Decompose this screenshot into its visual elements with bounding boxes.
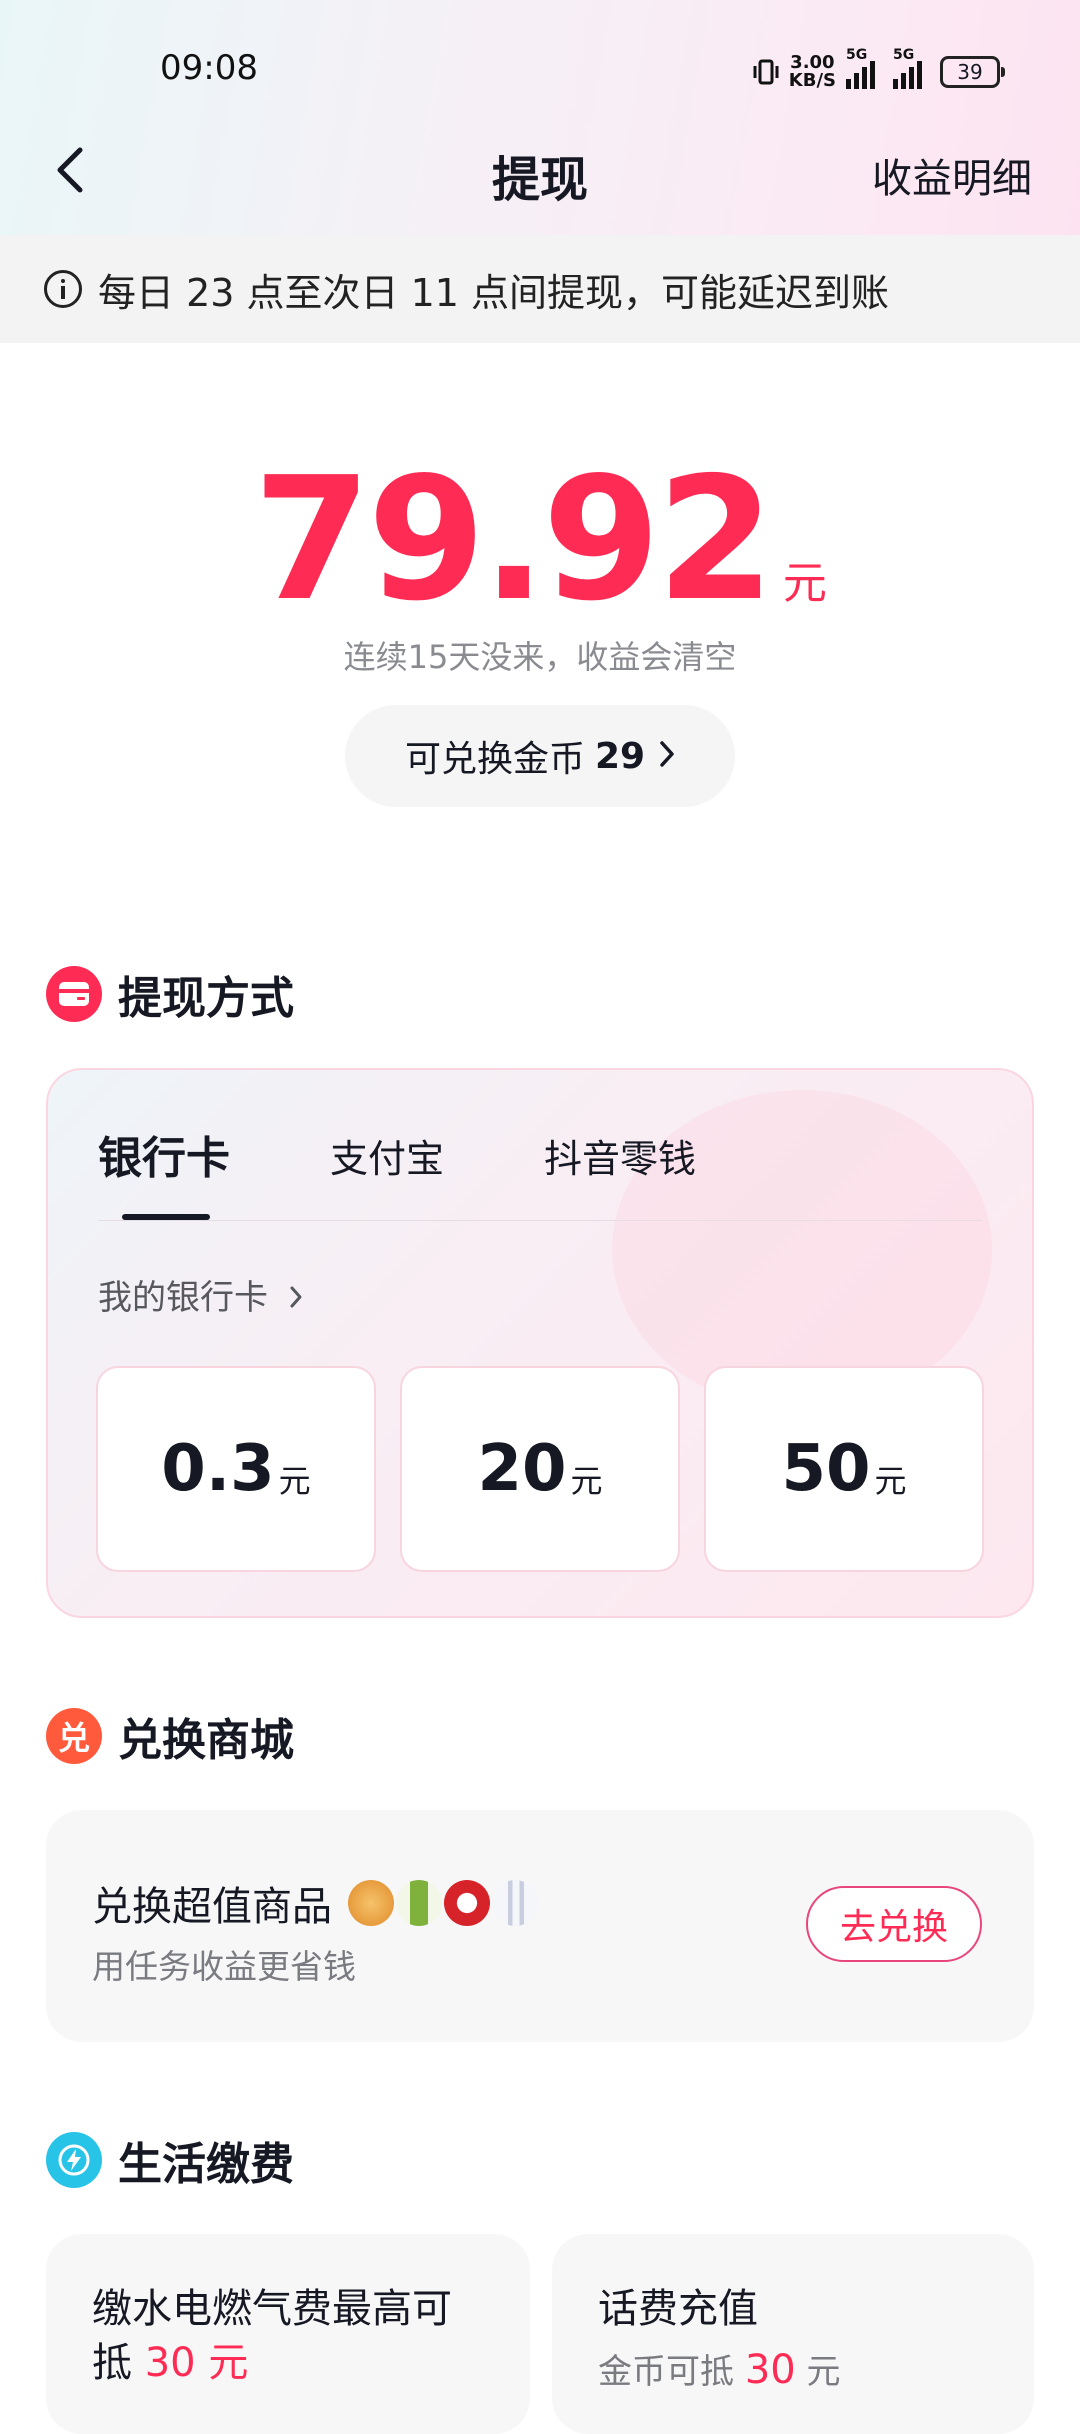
phone-recharge-title: 话费充值 bbox=[598, 2286, 758, 2332]
status-icons: 3.00 KB/S 5G 5G 39 bbox=[753, 47, 1005, 92]
notice-text: 每日 23 点至次日 11 点间提现，可能延迟到账 bbox=[98, 270, 890, 315]
amount-value: 20 bbox=[477, 1432, 567, 1506]
amount-options: 0.3 元 20 元 50 元 bbox=[96, 1366, 984, 1572]
utility-bill-highlight: 30 元 bbox=[144, 2340, 249, 2386]
withdraw-section-title: 提现方式 bbox=[118, 973, 294, 1024]
amount-option[interactable]: 0.3 元 bbox=[96, 1366, 376, 1572]
go-exchange-button[interactable]: 去兑换 bbox=[806, 1886, 982, 1962]
amount-value: 0.3 bbox=[161, 1432, 275, 1506]
tab-douyin-wallet[interactable]: 抖音零钱 bbox=[544, 1128, 696, 1186]
balance-unit: 元 bbox=[782, 558, 827, 609]
coins-value: 29 bbox=[594, 735, 646, 777]
status-time: 09:08 bbox=[160, 48, 258, 88]
withdraw-card: 银行卡 支付宝 抖音零钱 我的银行卡 0.3 元 20 元 50 元 bbox=[46, 1068, 1034, 1618]
balance: 79.92 元 bbox=[0, 455, 1080, 625]
signal-2-label: 5G bbox=[893, 47, 915, 63]
speed-unit: KB/S bbox=[788, 70, 836, 91]
phone-recharge-subtitle: 金币可抵 30 元 bbox=[598, 2344, 841, 2393]
my-bank-card-link[interactable]: 我的银行卡 bbox=[98, 1270, 303, 1319]
tab-divider bbox=[98, 1220, 982, 1221]
mall-section-title: 兑换商城 bbox=[118, 1715, 294, 1766]
life-section-header: 生活缴费 bbox=[46, 2128, 294, 2192]
restaurant-logo-icon bbox=[444, 1880, 490, 1926]
amount-unit: 元 bbox=[278, 1462, 311, 1500]
withdraw-tabs: 银行卡 支付宝 抖音零钱 bbox=[98, 1122, 796, 1186]
wallet-icon bbox=[46, 966, 102, 1022]
vibrate-icon bbox=[753, 57, 779, 87]
balance-amount: 79.92 bbox=[253, 441, 775, 639]
signal-1-icon: 5G bbox=[846, 47, 875, 89]
product-thumbnails bbox=[348, 1880, 540, 1926]
active-tab-indicator bbox=[122, 1214, 210, 1220]
notice-bar: 每日 23 点至次日 11 点间提现，可能延迟到账 bbox=[0, 235, 1080, 343]
chevron-right-icon bbox=[659, 736, 675, 777]
toothbrush-product-icon bbox=[492, 1880, 538, 1926]
battery-icon: 39 bbox=[940, 56, 1005, 88]
amount-value: 50 bbox=[781, 1432, 871, 1506]
amount-option[interactable]: 50 元 bbox=[704, 1366, 984, 1572]
utility-bill-line1: 缴水电燃气费最高可 bbox=[92, 2286, 452, 2332]
chevron-right-icon bbox=[289, 1278, 303, 1318]
amount-option[interactable]: 20 元 bbox=[400, 1366, 680, 1572]
utility-bill-card[interactable]: 缴水电燃气费最高可 抵 30 元 bbox=[46, 2234, 530, 2434]
phone-recharge-highlight: 30 bbox=[744, 2347, 796, 2393]
phone-recharge-sub-prefix: 金币可抵 bbox=[598, 2352, 734, 2392]
mall-title: 兑换超值商品 bbox=[92, 1884, 332, 1930]
signal-1-label: 5G bbox=[846, 47, 868, 63]
status-bar: 09:08 3.00 KB/S 5G 5G 39 bbox=[0, 0, 1080, 140]
tab-alipay[interactable]: 支付宝 bbox=[330, 1128, 444, 1186]
mall-section-header: 兑 兑换商城 bbox=[46, 1704, 294, 1768]
exchange-coins-button[interactable]: 可兑换金币 29 bbox=[345, 705, 735, 807]
amount-unit: 元 bbox=[874, 1462, 907, 1500]
signal-2-icon: 5G bbox=[893, 47, 922, 89]
lightning-icon bbox=[46, 2132, 102, 2188]
mall-title-row: 兑换超值商品 bbox=[92, 1874, 540, 1932]
mall-subtitle: 用任务收益更省钱 bbox=[92, 1947, 356, 1986]
amount-unit: 元 bbox=[570, 1462, 603, 1500]
balance-warning: 连续15天没来，收益会清空 bbox=[343, 638, 737, 676]
withdraw-section-header: 提现方式 bbox=[46, 962, 294, 1026]
phone-recharge-sub-suffix: 元 bbox=[806, 2352, 841, 2392]
tab-bank-card[interactable]: 银行卡 bbox=[98, 1122, 230, 1186]
info-icon bbox=[44, 270, 82, 308]
earnings-detail-link[interactable]: 收益明细 bbox=[872, 146, 1032, 204]
utility-bill-line2: 抵 bbox=[92, 2340, 132, 2386]
drink-product-icon bbox=[396, 1880, 442, 1926]
coins-label: 可兑换金币 bbox=[404, 739, 585, 780]
life-section-title: 生活缴费 bbox=[118, 2139, 294, 2190]
mall-card[interactable]: 兑换超值商品 用任务收益更省钱 去兑换 bbox=[46, 1810, 1034, 2042]
food-product-icon bbox=[348, 1880, 394, 1926]
my-bank-card-label: 我的银行卡 bbox=[98, 1278, 268, 1318]
phone-recharge-card[interactable]: 话费充值 金币可抵 30 元 bbox=[552, 2234, 1034, 2434]
network-speed: 3.00 KB/S bbox=[789, 54, 836, 90]
exchange-icon: 兑 bbox=[46, 1708, 102, 1764]
utility-bill-title: 缴水电燃气费最高可 抵 30 元 bbox=[92, 2282, 452, 2390]
